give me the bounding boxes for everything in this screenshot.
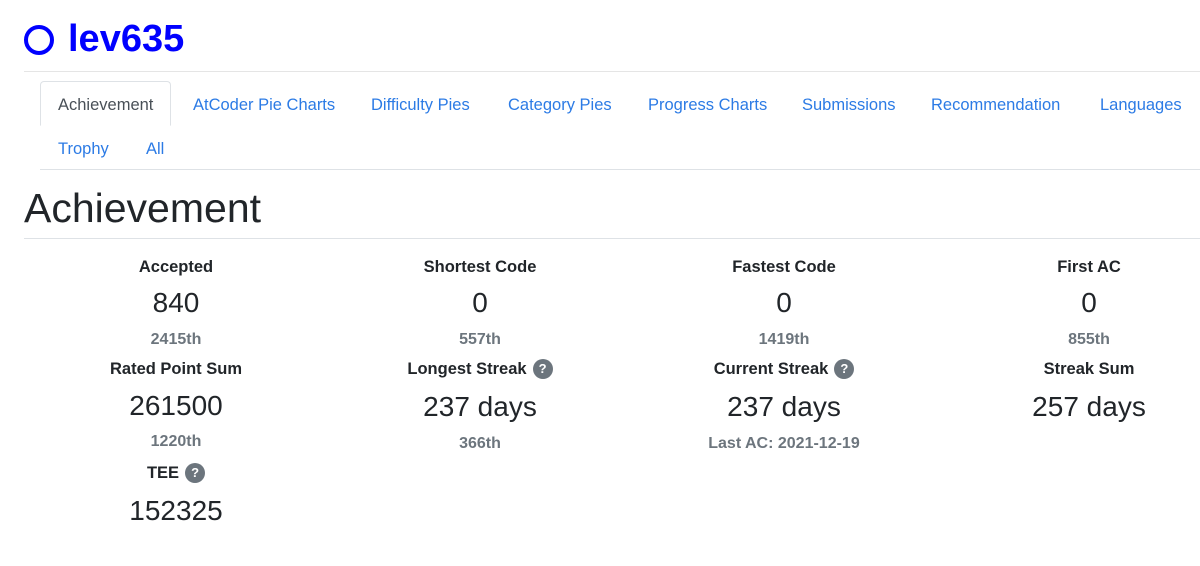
tab-all[interactable]: All xyxy=(146,137,164,161)
tab-nav-divider xyxy=(40,169,1200,170)
stat-value: 840 xyxy=(152,287,200,318)
header-divider xyxy=(24,71,1200,72)
stat-label: TEE xyxy=(146,463,180,482)
stat-value: 0 xyxy=(1081,287,1097,318)
stat-value: 0 xyxy=(472,287,488,318)
stat-shortest-code: Shortest Code 0 557th xyxy=(380,256,580,356)
stat-value: 261500 xyxy=(129,390,223,421)
stat-label: First AC xyxy=(1057,258,1121,276)
help-icon[interactable]: ? xyxy=(185,463,206,483)
stat-label-row: Longest Streak ? xyxy=(330,359,630,379)
stat-label: Streak Sum xyxy=(1043,360,1135,378)
stat-rank: 2415th xyxy=(150,331,202,348)
page: lev635 Achievement AtCoder Pie Charts Di… xyxy=(0,0,1200,566)
tab-submissions[interactable]: Submissions xyxy=(802,93,896,117)
tab-recommendation[interactable]: Recommendation xyxy=(931,93,1060,117)
stat-fastest-code: Fastest Code 0 1419th xyxy=(684,256,884,356)
tab-atcoder-pie-charts[interactable]: AtCoder Pie Charts xyxy=(193,93,335,117)
stat-rated-point-sum: Rated Point Sum 261500 1220th xyxy=(76,358,276,458)
section-divider xyxy=(24,238,1200,239)
section-title: Achievement xyxy=(24,185,262,231)
stat-rank: 1419th xyxy=(758,331,810,348)
tab-difficulty-pies[interactable]: Difficulty Pies xyxy=(371,93,470,117)
user-header: lev635 xyxy=(24,14,184,64)
stat-value: 237 days xyxy=(423,391,537,422)
stat-label: Shortest Code xyxy=(423,258,537,276)
stat-streak-sum: Streak Sum 257 days xyxy=(989,358,1189,458)
stat-label: Current Streak xyxy=(713,359,829,378)
stat-tee: TEE ? 152325 xyxy=(76,462,276,542)
user-rating-circle-icon xyxy=(24,25,54,55)
stat-value: 237 days xyxy=(727,391,841,422)
stat-label: Accepted xyxy=(138,258,214,276)
stat-value: 152325 xyxy=(129,495,223,526)
stat-value: 0 xyxy=(776,287,792,318)
stat-label: Fastest Code xyxy=(732,258,836,276)
help-icon[interactable]: ? xyxy=(834,359,855,379)
tab-progress-charts[interactable]: Progress Charts xyxy=(648,93,767,117)
stat-current-streak: Current Streak ? 237 days Last AC: 2021-… xyxy=(634,358,934,458)
tab-languages[interactable]: Languages xyxy=(1100,93,1182,117)
tab-trophy[interactable]: Trophy xyxy=(58,137,109,161)
stat-label: Longest Streak xyxy=(407,359,527,378)
help-icon[interactable]: ? xyxy=(532,359,553,379)
stat-rank: 366th xyxy=(459,435,501,452)
stat-rank: 855th xyxy=(1068,331,1110,348)
stat-label-row: TEE ? xyxy=(76,463,276,483)
stat-rank: 1220th xyxy=(150,433,202,450)
stat-first-ac: First AC 0 855th xyxy=(989,256,1189,356)
stat-longest-streak: Longest Streak ? 237 days 366th xyxy=(330,358,630,458)
stat-last-ac: Last AC: 2021-12-19 xyxy=(708,435,860,452)
stat-label-row: Current Streak ? xyxy=(634,359,934,379)
tab-category-pies[interactable]: Category Pies xyxy=(508,93,612,117)
stat-accepted: Accepted 840 2415th xyxy=(76,256,276,356)
stat-value: 257 days xyxy=(1032,391,1146,422)
tab-achievement[interactable]: Achievement xyxy=(40,81,172,126)
stat-rank: 557th xyxy=(459,331,501,348)
user-name-link[interactable]: lev635 xyxy=(68,14,184,64)
stat-label: Rated Point Sum xyxy=(109,360,242,378)
